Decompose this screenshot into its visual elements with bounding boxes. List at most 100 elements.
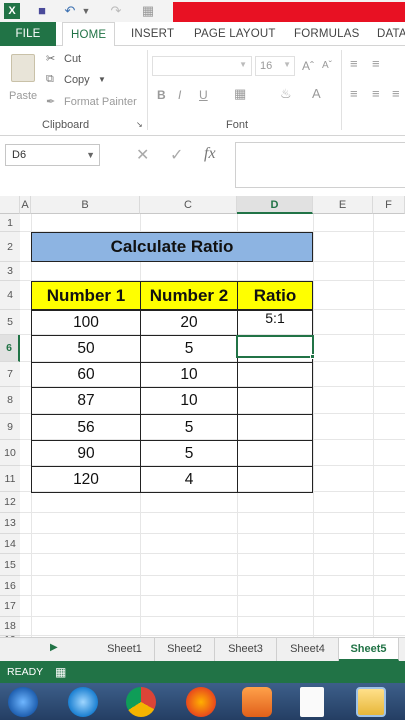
row-header[interactable]: 10 [0,440,20,466]
row-header[interactable]: 14 [0,534,20,554]
column-header-e[interactable]: E [313,196,373,214]
table-icon[interactable]: ▦ [140,3,156,19]
ratio-cell[interactable] [237,440,313,467]
number-1-cell[interactable]: 60 [31,362,141,388]
sheet-title-cell[interactable]: Calculate Ratio [31,232,313,262]
row-header[interactable]: 16 [0,576,20,596]
active-cell-selection[interactable] [236,335,314,358]
paste-button[interactable]: Paste [6,52,40,104]
grow-font-icon[interactable]: Aˆ [302,59,314,73]
number-2-cell[interactable]: 5 [140,414,238,441]
column-header-c[interactable]: C [140,196,237,214]
fill-handle[interactable] [310,354,315,359]
number-2-cell[interactable]: 10 [140,362,238,388]
ratio-cell[interactable] [237,387,313,415]
sheet-tab-sheet2[interactable]: Sheet2 [155,638,215,661]
column-header-a[interactable]: A [20,196,31,214]
number-2-cell[interactable]: 10 [140,387,238,415]
internet-explorer-icon[interactable] [68,687,98,717]
fill-color-icon[interactable]: ♨ [280,86,292,102]
format-painter-button[interactable]: ✒ Format Painter [46,95,146,111]
sheet-tab-sheet3[interactable]: Sheet3 [215,638,277,661]
column-header-d[interactable]: D [237,196,313,214]
sheet-tab-sheet1[interactable]: Sheet1 [95,638,155,661]
blank-document-icon[interactable] [300,687,324,717]
tab-data[interactable]: DATA [377,22,405,46]
select-all-corner[interactable] [0,196,20,214]
tab-home[interactable]: HOME [62,22,116,47]
shrink-font-icon[interactable]: Aˇ [322,60,332,71]
tab-formulas[interactable]: FORMULAS [294,22,360,46]
name-box[interactable]: D6 ▼ [5,144,100,166]
font-size-box[interactable]: 16 ▼ [255,56,295,76]
cut-button[interactable]: ✂ Cut [46,52,106,68]
cancel-icon[interactable]: ✕ [136,145,149,165]
number-2-cell[interactable]: 20 [140,310,238,336]
start-button-icon[interactable] [8,687,38,717]
row-header[interactable]: 12 [0,492,20,513]
undo-icon[interactable]: ↶ [62,3,78,19]
number-1-cell[interactable]: 100 [31,310,141,336]
tab-file[interactable]: FILE [0,22,56,46]
bold-button[interactable]: B [157,88,166,102]
row-header[interactable]: 8 [0,387,20,414]
borders-icon[interactable]: ▦ [234,86,246,102]
number-2-cell[interactable]: 5 [140,335,238,363]
align-top-icon[interactable]: ≡ [350,56,358,71]
ratio-cell[interactable] [237,466,313,493]
underline-button[interactable]: U [199,88,208,102]
align-center-icon[interactable]: ≡ [372,86,380,101]
ratio-cell[interactable] [237,362,313,388]
header-number-2[interactable]: Number 2 [140,281,238,310]
row-header[interactable]: 2 [0,232,20,262]
number-1-cell[interactable]: 50 [31,335,141,363]
tab-insert[interactable]: INSERT [131,22,174,46]
worksheet-grid[interactable]: A B C D E F 1234567891011121314151617181… [0,196,405,645]
sheet-tab-sheet5[interactable]: Sheet5 [339,638,399,661]
font-color-icon[interactable]: A [312,86,321,101]
redo-icon[interactable]: ↷ [108,3,124,19]
number-1-cell[interactable]: 87 [31,387,141,415]
number-2-cell[interactable]: 4 [140,466,238,493]
header-ratio[interactable]: Ratio [237,281,313,310]
ratio-cell[interactable] [237,414,313,441]
ratio-cell[interactable]: 5:1 [237,310,313,336]
number-1-cell[interactable]: 120 [31,466,141,493]
number-1-cell[interactable]: 90 [31,440,141,467]
row-header[interactable]: 17 [0,596,20,617]
row-header[interactable]: 6 [0,335,20,362]
row-header[interactable]: 13 [0,513,20,534]
column-header-b[interactable]: B [31,196,140,214]
macro-record-icon[interactable]: ▦ [55,661,66,683]
tab-page-layout[interactable]: PAGE LAYOUT [194,22,276,46]
sheet-tab-sheet4[interactable]: Sheet4 [277,638,339,661]
row-header[interactable]: 1 [0,214,20,232]
row-header[interactable]: 11 [0,466,20,492]
align-right-icon[interactable]: ≡ [392,86,400,101]
row-header[interactable]: 4 [0,281,20,310]
copy-button[interactable]: ⧉ Copy ▼ [46,73,116,89]
header-number-1[interactable]: Number 1 [31,281,141,310]
clipboard-launcher-icon[interactable]: ↘ [136,120,143,129]
name-box-dropdown-icon[interactable]: ▼ [86,145,95,165]
italic-button[interactable]: I [178,88,181,102]
save-icon[interactable]: ■ [34,3,50,19]
row-header[interactable]: 15 [0,554,20,576]
column-header-f[interactable]: F [373,196,405,214]
number-1-cell[interactable]: 56 [31,414,141,441]
scroll-sheets-right-icon[interactable]: ▶ [50,642,58,653]
number-2-cell[interactable]: 5 [140,440,238,467]
row-header[interactable]: 7 [0,362,20,387]
enter-icon[interactable]: ✓ [170,145,183,165]
chrome-icon[interactable] [126,687,156,717]
row-header[interactable]: 5 [0,310,20,335]
formula-input[interactable] [235,142,405,188]
insert-function-button[interactable]: fx [204,145,216,163]
media-player-icon[interactable] [242,687,272,717]
row-header[interactable]: 9 [0,414,20,440]
font-name-box[interactable]: ▼ [152,56,252,76]
align-middle-icon[interactable]: ≡ [372,56,380,71]
undo-dropdown-icon[interactable]: ▼ [78,3,94,19]
align-left-icon[interactable]: ≡ [350,86,358,101]
firefox-icon[interactable] [186,687,216,717]
